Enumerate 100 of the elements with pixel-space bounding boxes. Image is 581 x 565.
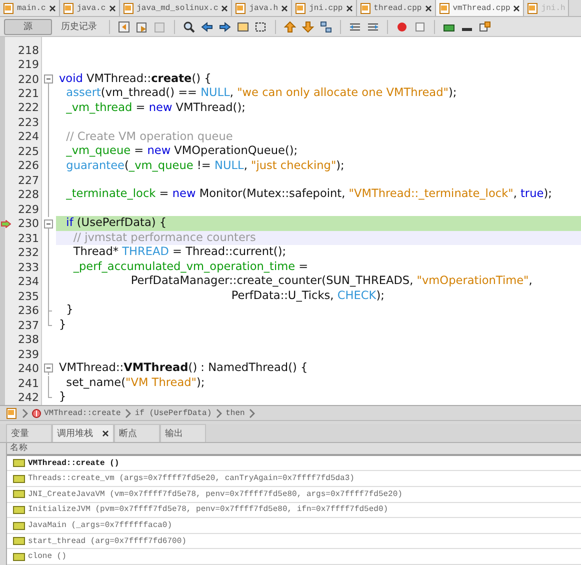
- code-line: set_name("VM Thread");: [65, 376, 206, 390]
- stack-frame-icon: [13, 522, 25, 530]
- line-number: 231: [18, 232, 39, 245]
- stack-frame[interactable]: InitializeJVM (pvm=0x7ffff7fd5e78, penv=0x7ffff7fd5e80, ifn=0x7ffff7fd5ed0): [28, 505, 388, 514]
- line-number: 230: [18, 217, 39, 230]
- line-number: 237: [18, 318, 39, 332]
- panel-tab[interactable]: 输出: [160, 424, 206, 442]
- search-icon[interactable]: [182, 20, 196, 34]
- code-line: PerfDataManager::create_counter(SUN_THREADS, "vmOperationTime",: [130, 274, 534, 289]
- code-line: assert(vm_thread() == NULL, "we can only allocate one VMThread");: [65, 86, 458, 101]
- panel-tab[interactable]: 断点: [114, 424, 160, 442]
- line-number: 232: [18, 246, 39, 260]
- stop-icon[interactable]: [413, 20, 427, 34]
- line-number: 224: [18, 130, 39, 144]
- arrow-up-icon[interactable]: [283, 20, 297, 34]
- source-file-icon: [438, 2, 450, 14]
- line-number: 233: [18, 260, 39, 274]
- stack-frame-icon: [13, 552, 25, 561]
- close-icon[interactable]: [108, 4, 116, 12]
- code-line: _perf_accumulated_vm_operation_time =: [72, 260, 310, 274]
- line-number: 221: [18, 86, 39, 100]
- fold-toggle-icon[interactable]: [44, 72, 53, 86]
- source-file-icon: [62, 2, 74, 14]
- code-line: Thread* THREAD = Thread::current();: [72, 245, 288, 260]
- breadcrumb-item[interactable]: then: [226, 408, 245, 418]
- close-icon[interactable]: [346, 4, 353, 12]
- chevron-icon: [216, 408, 222, 418]
- line-number: 234: [18, 275, 39, 288]
- code-line: _terminate_lock = new Monitor(Mutex::safepoint, "VMThread::_terminate_lock", true);: [65, 187, 553, 202]
- line-number: 241: [18, 376, 39, 390]
- code-line: }: [58, 318, 68, 332]
- line-number: 236: [18, 304, 39, 318]
- line-number: 218: [18, 44, 39, 57]
- stack-frame[interactable]: VMThread::create (): [28, 458, 120, 468]
- close-icon[interactable]: [281, 4, 288, 12]
- line-number: 222: [18, 101, 39, 114]
- line-number: 219: [18, 58, 39, 72]
- window-icon[interactable]: [236, 20, 250, 34]
- source-file-icon: [360, 2, 371, 14]
- line-number: 240: [18, 362, 39, 376]
- close-icon[interactable]: [513, 4, 520, 12]
- stack-frame[interactable]: Threads::create_vm (args=0x7ffff7fd5e20, canTryAgain=0x7ffff7fd5da3): [28, 474, 354, 484]
- file-tab[interactable]: java.h: [232, 0, 292, 16]
- file-tab[interactable]: main.c: [0, 0, 60, 16]
- fold-toggle-icon[interactable]: [44, 361, 53, 376]
- source-file-icon: [235, 2, 246, 14]
- file-icon: [6, 408, 18, 419]
- source-file-icon: [527, 2, 538, 14]
- chevron-icon: [248, 408, 255, 418]
- source-file-icon: [122, 2, 134, 14]
- code-line: }: [58, 390, 68, 405]
- file-tab[interactable]: jni.cpp: [292, 0, 357, 16]
- stack-frame[interactable]: JNI_CreateJavaVM (vm=0x7ffff7fd5e78, penv=0x7ffff7fd5e80, args=0x7ffff7fd5e20): [28, 490, 402, 499]
- stack-frame-icon: [13, 459, 25, 468]
- view-mode-button[interactable]: 历史记录: [56, 18, 102, 35]
- line-number: 228: [18, 188, 39, 202]
- breadcrumb-item[interactable]: VMThread::create: [32, 408, 121, 418]
- file-tab[interactable]: java.c: [60, 0, 120, 16]
- stack-frame[interactable]: JavaMain (_args=0x7ffffffaca0): [28, 521, 172, 530]
- panel-tab[interactable]: 变量: [6, 424, 52, 442]
- chevron-icon: [124, 408, 131, 418]
- arrow-down-icon[interactable]: [301, 20, 315, 34]
- function-icon: [32, 408, 41, 418]
- code-line: }: [65, 303, 74, 318]
- code-line: PerfData::U_Ticks, CHECK);: [230, 288, 386, 304]
- chevron-icon: [22, 408, 28, 418]
- code-line: void VMThread::create() {: [58, 72, 212, 86]
- column-header: 名称: [7, 442, 581, 456]
- stack-frame-icon: [13, 506, 25, 514]
- line-number: 242: [18, 391, 39, 404]
- record-icon[interactable]: [395, 20, 409, 34]
- code-line: // Create VM operation queue: [65, 130, 234, 144]
- arrow-left-icon[interactable]: [200, 20, 214, 34]
- code-line: _vm_queue = new VMOperationQueue();: [65, 144, 299, 159]
- source-file-icon: [295, 2, 306, 14]
- selection-icon[interactable]: [254, 20, 268, 34]
- stack-frame-icon: [13, 474, 25, 483]
- view-mode-button[interactable]: 源: [4, 18, 52, 35]
- stack-frame[interactable]: clone (): [28, 552, 66, 562]
- code-line: guarantee(_vm_queue != NULL, "just checking");: [65, 158, 346, 174]
- stack-frame[interactable]: start_thread (arg=0x7ffff7fd6700): [28, 536, 186, 546]
- fold-toggle-icon[interactable]: [44, 216, 53, 231]
- line-number: 220: [18, 72, 39, 86]
- line-number: 239: [18, 348, 39, 361]
- code-line: VMThread::VMThread() : NamedThread() {: [58, 361, 309, 376]
- close-icon[interactable]: [221, 4, 228, 12]
- file-tab[interactable]: java_md_solinux.c: [120, 0, 232, 16]
- stack-frame-icon: [13, 490, 25, 498]
- close-icon[interactable]: [48, 4, 56, 12]
- file-tab[interactable]: vmThread.cpp: [436, 0, 524, 16]
- close-icon[interactable]: [102, 430, 109, 438]
- line-number: 235: [18, 290, 39, 303]
- arrow-right-icon[interactable]: [218, 20, 232, 34]
- close-icon[interactable]: [424, 4, 432, 12]
- panel-tab[interactable]: 调用堆栈: [52, 424, 114, 442]
- breadcrumb-item[interactable]: if (UsePerfData): [134, 408, 212, 418]
- line-number: 225: [18, 144, 39, 158]
- line-number: 227: [18, 174, 39, 187]
- file-tab[interactable]: thread.cpp: [356, 0, 436, 16]
- line-number: 238: [18, 333, 39, 346]
